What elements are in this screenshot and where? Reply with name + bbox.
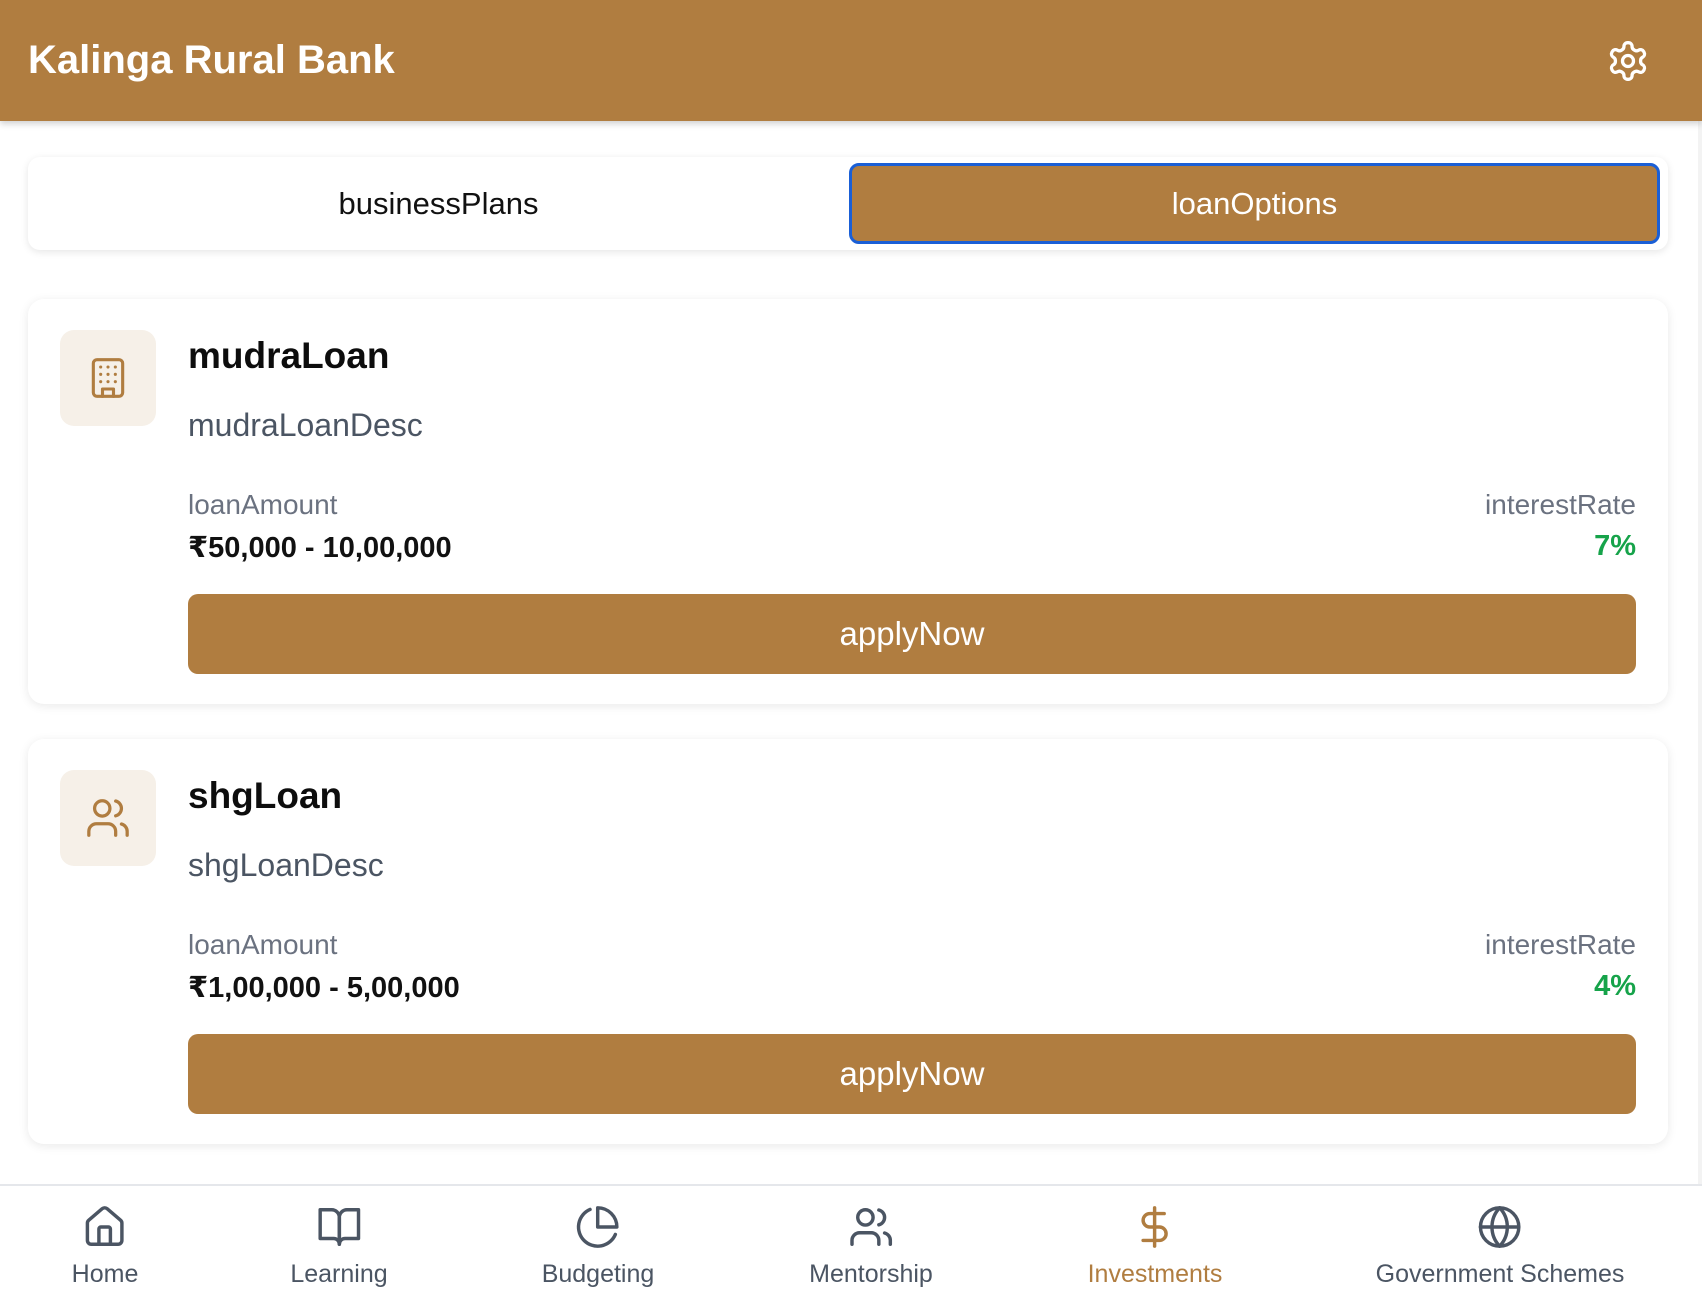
loan-amount-value: ₹1,00,000 - 5,00,000	[188, 972, 460, 1004]
dollar-icon	[1141, 1206, 1169, 1248]
loan-description: shgLoanDesc	[188, 847, 384, 883]
nav-label: Learning	[290, 1260, 388, 1288]
tab-loan-options[interactable]: loanOptions	[849, 163, 1660, 244]
loan-amount-label: loanAmount	[188, 929, 338, 960]
nav-item-mentorship[interactable]: Mentorship	[809, 1202, 933, 1298]
loan-amount-label: loanAmount	[188, 489, 338, 520]
nav-label: Mentorship	[809, 1260, 933, 1288]
loan-title: mudraLoan	[188, 335, 390, 376]
app-title: Kalinga Rural Bank	[28, 38, 395, 82]
interest-rate-value: 7%	[1594, 530, 1636, 562]
globe-icon	[1479, 1206, 1521, 1248]
apply-now-button[interactable]: applyNow	[188, 1034, 1636, 1114]
bottom-nav: Home Learning Budgeting Mentorship Inves…	[0, 1184, 1702, 1302]
loan-description: mudraLoanDesc	[188, 407, 423, 443]
apply-now-button[interactable]: applyNow	[188, 594, 1636, 674]
users-icon	[87, 799, 129, 837]
nav-item-investments[interactable]: Investments	[1087, 1202, 1223, 1298]
app-header: Kalinga Rural Bank	[0, 0, 1702, 121]
nav-label: Investments	[1087, 1260, 1223, 1288]
loan-icon-container	[60, 330, 156, 426]
nav-item-budgeting[interactable]: Budgeting	[541, 1202, 655, 1298]
tab-business-plans[interactable]: businessPlans	[36, 163, 841, 244]
nav-label: Budgeting	[541, 1260, 655, 1288]
interest-rate-label: interestRate	[1485, 489, 1636, 520]
tab-bar: businessPlans loanOptions	[28, 157, 1668, 250]
nav-item-learning[interactable]: Learning	[290, 1202, 388, 1298]
loan-amount-value: ₹50,000 - 10,00,000	[188, 532, 452, 564]
book-icon	[318, 1208, 360, 1246]
loan-card-mudra: mudraLoan mudraLoanDesc loanAmount ₹50,0…	[28, 299, 1668, 704]
nav-item-government-schemes[interactable]: Government Schemes	[1375, 1202, 1625, 1298]
users-icon	[850, 1208, 892, 1246]
home-icon	[86, 1206, 124, 1246]
gear-icon	[1609, 40, 1647, 81]
settings-button[interactable]	[1604, 37, 1652, 85]
building-icon	[91, 358, 125, 398]
main-content: businessPlans loanOptions mudraLoan mudr…	[0, 121, 1702, 1184]
scrollbar[interactable]	[1698, 121, 1702, 1184]
pie-chart-icon	[577, 1206, 619, 1248]
nav-label: Home	[71, 1260, 139, 1288]
loan-card-shg: shgLoan shgLoanDesc loanAmount ₹1,00,000…	[28, 739, 1668, 1144]
loan-icon-container	[60, 770, 156, 866]
nav-label: Government Schemes	[1375, 1260, 1625, 1288]
nav-item-home[interactable]: Home	[71, 1202, 139, 1298]
interest-rate-value: 4%	[1594, 970, 1636, 1002]
loan-title: shgLoan	[188, 775, 343, 816]
interest-rate-label: interestRate	[1485, 929, 1636, 960]
